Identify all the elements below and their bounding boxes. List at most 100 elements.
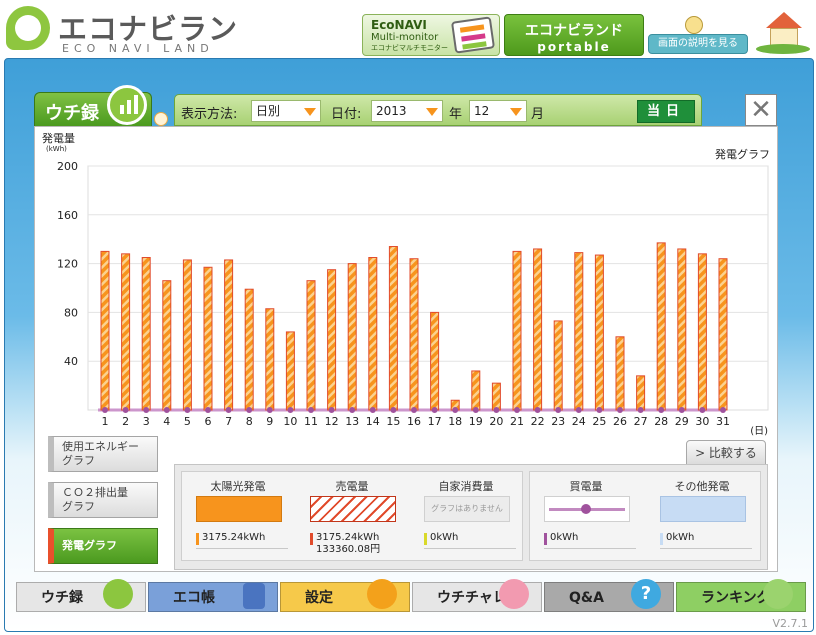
portable-sub: portable (537, 40, 611, 54)
year-value: 2013 (376, 104, 407, 118)
econavi-multimonitor-button[interactable]: EcoNAVI Multi-monitor エコナビマルチモニター (362, 14, 500, 56)
bar-day-21[interactable] (512, 250, 522, 411)
bar-chart-icon (107, 85, 147, 125)
display-method-label: 表示方法: (181, 107, 238, 122)
bar-day-10[interactable] (285, 331, 295, 411)
bar-day-23[interactable] (553, 320, 563, 411)
bar-day-28[interactable] (656, 242, 666, 411)
year-select[interactable]: 2013 (371, 100, 443, 122)
x-tick-label: 16 (407, 415, 421, 428)
x-tick-label: 6 (205, 415, 212, 428)
bought-marker (308, 407, 314, 413)
y-tick-label: 80 (64, 306, 78, 319)
bar-day-20[interactable] (491, 382, 501, 411)
bar-day-8[interactable] (244, 288, 254, 411)
house-icon[interactable] (756, 12, 810, 54)
nav-settings[interactable]: 設定 (280, 579, 410, 612)
bought-marker (555, 407, 562, 413)
nav-ranking-label: ランキング (701, 590, 771, 606)
bar-day-6[interactable] (203, 266, 213, 411)
close-button[interactable]: ✕ (745, 94, 777, 126)
bar-day-9[interactable] (265, 308, 275, 411)
co2-graph-button[interactable]: ＣＯ２排出量 グラフ (48, 482, 158, 518)
power-generation-chart: 発電量 (kWh) 発電グラフ (日) 4080120160200 123456… (42, 131, 770, 437)
co2-line2: グラフ (62, 500, 95, 513)
bar-day-12[interactable] (327, 269, 337, 411)
bought-marker (349, 407, 356, 413)
bar-day-15[interactable] (388, 246, 398, 411)
bar-day-25[interactable] (594, 254, 604, 411)
bought-marker (390, 407, 397, 413)
solar-swatch (196, 496, 282, 522)
bar-day-1[interactable] (100, 250, 110, 411)
nav-uchiroku-label: ウチ録 (41, 590, 83, 606)
portable-button[interactable]: エコナビランド portable (504, 14, 644, 56)
y-tick-label: 120 (57, 258, 78, 271)
summary-solar: 太陽光発電 3175.24kWh (182, 472, 294, 560)
y-tick-label: 40 (64, 355, 78, 368)
tab-uchiroku-label: ウチ録 (45, 103, 99, 124)
bought-title: 買電量 (569, 480, 603, 493)
date-toolbar: 表示方法: 日別 日付: 2013 年 12 月 当日 (174, 94, 702, 126)
x-tick-label: 28 (654, 415, 668, 428)
leaf-logo-icon (6, 6, 50, 50)
other-value: 0kWh (660, 532, 694, 545)
question-icon: ? (631, 579, 661, 609)
bar-day-17[interactable] (430, 311, 440, 411)
bar-day-27[interactable] (636, 375, 646, 411)
bar-day-31[interactable] (718, 258, 728, 411)
nav-uchiroku[interactable]: ウチ録 (16, 579, 146, 612)
bar-day-5[interactable] (182, 259, 192, 411)
help-button[interactable]: 画面の説明を見る (648, 34, 748, 54)
bar-day-13[interactable] (347, 263, 357, 411)
bar-day-4[interactable] (162, 280, 172, 411)
nav-qa[interactable]: Q&A ? (544, 579, 674, 612)
x-tick-label: 17 (428, 415, 442, 428)
bar-day-26[interactable] (615, 336, 625, 411)
bar-day-11[interactable] (306, 280, 316, 411)
x-tick-label: 22 (531, 415, 545, 428)
eco-navi-land-logo[interactable]: エコナビランド ECO NAVI LAND (6, 4, 256, 88)
self-value: 0kWh (424, 532, 458, 545)
month-select[interactable]: 12 (469, 100, 527, 122)
nav-ecocho[interactable]: エコ帳 (148, 582, 278, 612)
display-method-select[interactable]: 日別 (251, 100, 321, 122)
bar-day-22[interactable] (533, 248, 543, 411)
bought-marker (678, 407, 685, 413)
tab-uchiroku[interactable]: ウチ録 (34, 85, 152, 126)
x-tick-label: 26 (613, 415, 627, 428)
bar-day-7[interactable] (224, 259, 234, 411)
bought-marker (287, 407, 294, 413)
bought-marker (411, 407, 417, 413)
bought-swatch (544, 496, 630, 522)
summary-group-generation: 太陽光発電 3175.24kWh 売電量 3175.24kWh 133360.0… (181, 471, 523, 561)
nav-ranking[interactable]: ランキング (676, 579, 806, 612)
dropdown-arrow-icon (510, 108, 522, 116)
bought-marker (514, 407, 520, 413)
today-button[interactable]: 当日 (637, 100, 695, 123)
bar-day-16[interactable] (409, 258, 419, 411)
x-tick-label: 11 (304, 415, 318, 428)
bought-marker (452, 407, 459, 413)
flag-icon (499, 579, 529, 609)
bar-day-30[interactable] (697, 253, 707, 411)
nav-uchichare[interactable]: ウチチャレ (412, 579, 542, 612)
nav-ecocho-label: エコ帳 (173, 590, 215, 606)
bought-marker (534, 407, 541, 413)
energy-usage-graph-button[interactable]: 使用エネルギー グラフ (48, 436, 158, 472)
sold-swatch (310, 496, 396, 522)
bar-day-14[interactable] (368, 257, 378, 411)
compare-button[interactable]: > 比較する (686, 440, 766, 466)
power-generation-graph-button[interactable]: 発電グラフ (48, 528, 158, 564)
badge-icon (154, 112, 168, 126)
bar-day-29[interactable] (677, 248, 687, 411)
bar-day-19[interactable] (471, 370, 481, 411)
bar-day-24[interactable] (574, 252, 584, 411)
x-tick-label: 7 (225, 415, 232, 428)
month-unit: 月 (531, 107, 545, 122)
bought-marker (122, 407, 129, 413)
bar-day-3[interactable] (141, 257, 151, 411)
bought-marker (369, 407, 376, 413)
y-axis-unit: (kWh) (46, 145, 67, 153)
bar-day-2[interactable] (121, 253, 131, 411)
